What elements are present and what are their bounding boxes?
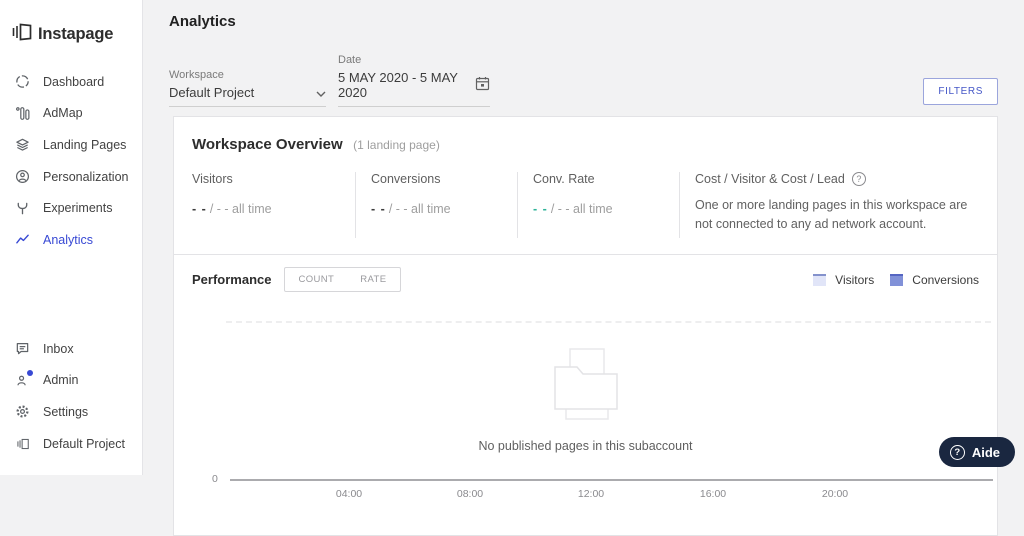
help-button-label: Aide <box>972 445 1000 460</box>
stat-conversions: Conversions - -/ - - all time <box>355 172 517 238</box>
sidebar-item-label: Experiments <box>43 201 112 215</box>
sidebar-item-experiments[interactable]: Experiments <box>0 192 141 224</box>
workspace-value: Default Project <box>169 85 254 100</box>
empty-state: No published pages in this subaccount <box>174 347 997 453</box>
chart-legend: Visitors Conversions <box>813 273 979 287</box>
calendar-icon <box>475 76 490 94</box>
date-range-picker[interactable]: 5 MAY 2020 - 5 MAY 2020 <box>338 70 490 107</box>
empty-state-message: No published pages in this subaccount <box>174 439 997 453</box>
admin-person-icon <box>14 372 31 389</box>
filters-button[interactable]: FILTERS <box>923 78 998 105</box>
sidebar-item-label: Personalization <box>43 170 128 184</box>
sidebar-item-label: Dashboard <box>43 75 104 89</box>
overview-header: Workspace Overview (1 landing page) <box>192 136 979 154</box>
layers-icon <box>14 136 31 153</box>
overview-stats-row: Visitors - -/ - - all time Conversions -… <box>192 172 979 238</box>
legend-label: Visitors <box>835 273 874 287</box>
legend-label: Conversions <box>912 273 979 287</box>
question-mark-icon: ? <box>950 445 965 460</box>
sidebar-item-label: AdMap <box>43 106 83 120</box>
filter-controls: Workspace Default Project Date 5 MAY 202… <box>144 54 1024 107</box>
sidebar-item-personalization[interactable]: Personalization <box>0 161 141 193</box>
sidebar-item-label: Inbox <box>43 342 74 356</box>
stat-label: Conv. Rate <box>533 172 679 186</box>
count-toggle-button[interactable]: COUNT <box>285 268 347 291</box>
project-pages-icon <box>14 435 31 452</box>
stat-label: Conversions <box>371 172 517 186</box>
x-tick: 12:00 <box>578 488 604 500</box>
sidebar: Instapage Dashboard AdMap Landing Pages <box>0 0 143 475</box>
sidebar-item-admin[interactable]: Admin <box>0 365 141 397</box>
instapage-logo-text: Instapage <box>38 25 113 44</box>
date-range-value: 5 MAY 2020 - 5 MAY 2020 <box>338 70 475 100</box>
sidebar-nav-main: Dashboard AdMap Landing Pages <box>0 66 141 256</box>
x-tick: 16:00 <box>700 488 726 500</box>
overview-subtitle: (1 landing page) <box>353 138 440 152</box>
cost-warning-message: One or more landing pages in this worksp… <box>695 196 979 235</box>
x-tick: 20:00 <box>822 488 848 500</box>
sidebar-item-settings[interactable]: Settings <box>0 396 141 428</box>
sidebar-item-inbox[interactable]: Inbox <box>0 333 141 365</box>
admap-icon <box>14 105 31 122</box>
sidebar-item-label: Settings <box>43 405 88 419</box>
chevron-down-icon <box>316 85 326 100</box>
stat-visitors: Visitors - -/ - - all time <box>192 172 355 238</box>
help-tooltip-icon[interactable]: ? <box>852 172 866 186</box>
sidebar-item-admap[interactable]: AdMap <box>0 98 141 130</box>
stat-cost: Cost / Visitor & Cost / Lead ? One or mo… <box>679 172 979 238</box>
count-rate-toggle: COUNT RATE <box>284 267 400 292</box>
inbox-chat-icon <box>14 340 31 357</box>
conversions-swatch-icon <box>890 274 903 286</box>
performance-chart: No published pages in this subaccount 0 … <box>174 303 997 511</box>
date-range-select: Date 5 MAY 2020 - 5 MAY 2020 <box>338 54 490 107</box>
person-circle-icon <box>14 168 31 185</box>
sidebar-item-label: Landing Pages <box>43 138 126 152</box>
stat-value: - -/ - - all time <box>533 202 679 216</box>
instapage-logo[interactable]: Instapage <box>0 0 142 48</box>
stat-value: - -/ - - all time <box>192 202 355 216</box>
notification-dot <box>27 370 33 376</box>
main-content: Analytics Workspace Default Project Date… <box>144 0 1024 475</box>
performance-header: Performance COUNT RATE Visitors Conversi… <box>174 255 997 303</box>
x-axis-line <box>230 479 993 481</box>
stat-label: Visitors <box>192 172 355 186</box>
chart-line-icon <box>14 231 31 248</box>
stat-value: - -/ - - all time <box>371 202 517 216</box>
workspace-dropdown[interactable]: Default Project <box>169 85 326 107</box>
rate-toggle-button[interactable]: RATE <box>347 268 399 291</box>
empty-folder-icon <box>550 347 622 423</box>
workspace-overview-section: Workspace Overview (1 landing page) Visi… <box>174 117 997 254</box>
visitors-swatch-icon <box>813 274 826 286</box>
instapage-logo-icon <box>11 21 33 48</box>
legend-visitors[interactable]: Visitors <box>813 273 874 287</box>
sidebar-item-analytics[interactable]: Analytics <box>0 224 141 256</box>
help-button[interactable]: ? Aide <box>939 437 1015 467</box>
workspace-select: Workspace Default Project <box>169 69 326 107</box>
performance-title: Performance <box>192 272 271 287</box>
cost-label: Cost / Visitor & Cost / Lead <box>695 172 845 186</box>
sidebar-item-default-project[interactable]: Default Project <box>0 428 141 460</box>
stat-conv-rate: Conv. Rate - -/ - - all time <box>517 172 679 238</box>
analytics-card: Workspace Overview (1 landing page) Visi… <box>173 116 998 536</box>
sidebar-item-label: Default Project <box>43 437 125 451</box>
sidebar-item-label: Admin <box>43 373 78 387</box>
sidebar-nav-bottom: Inbox Admin Settings <box>0 333 141 459</box>
legend-conversions[interactable]: Conversions <box>890 273 979 287</box>
gear-icon <box>14 403 31 420</box>
overview-title: Workspace Overview <box>192 136 343 153</box>
x-tick: 08:00 <box>457 488 483 500</box>
date-label: Date <box>338 54 490 66</box>
workspace-label: Workspace <box>169 69 326 81</box>
sidebar-item-label: Analytics <box>43 233 93 247</box>
x-tick: 04:00 <box>336 488 362 500</box>
dashboard-icon <box>14 73 31 90</box>
dashed-gridline <box>226 321 991 323</box>
sidebar-item-landing-pages[interactable]: Landing Pages <box>0 129 141 161</box>
page-title: Analytics <box>144 0 1024 30</box>
sidebar-item-dashboard[interactable]: Dashboard <box>0 66 141 98</box>
split-branch-icon <box>14 200 31 217</box>
